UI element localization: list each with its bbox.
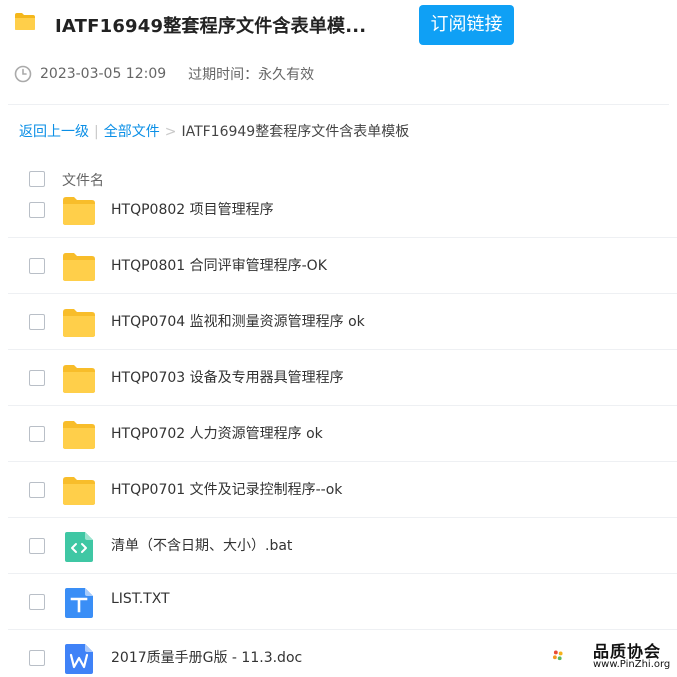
share-meta: 2023-03-05 12:09 过期时间：永久有效 xyxy=(14,64,314,84)
folder-icon xyxy=(63,477,95,505)
clock-icon xyxy=(14,65,32,83)
expire-time: 过期时间：永久有效 xyxy=(188,67,315,83)
row-checkbox[interactable] xyxy=(29,650,45,666)
file-name[interactable]: 清单（不含日期、大小）.bat xyxy=(111,535,292,555)
folder-icon xyxy=(15,13,35,30)
folder-icon xyxy=(63,421,95,449)
row-checkbox[interactable] xyxy=(29,258,45,274)
file-list: HTQP0802 项目管理程序 HTQP0801 合同评审管理程序-OK HTQ… xyxy=(0,182,677,677)
subscribe-button[interactable]: 订阅链接 xyxy=(419,5,514,45)
breadcrumb-separator: | xyxy=(94,124,99,140)
file-name[interactable]: HTQP0703 设备及专用器具管理程序 xyxy=(111,367,344,387)
list-item[interactable]: HTQP0703 设备及专用器具管理程序 xyxy=(8,350,677,406)
breadcrumb-arrow: > xyxy=(164,124,177,140)
file-name[interactable]: HTQP0701 文件及记录控制程序--ok xyxy=(111,479,342,499)
pinzhi-logo xyxy=(552,650,563,661)
file-name[interactable]: HTQP0801 合同评审管理程序-OK xyxy=(111,255,327,275)
list-item[interactable]: 清单（不含日期、大小）.bat xyxy=(8,518,677,574)
list-item[interactable]: HTQP0802 项目管理程序 xyxy=(8,182,677,238)
row-checkbox[interactable] xyxy=(29,426,45,442)
folder-icon xyxy=(63,197,95,225)
created-time: 2023-03-05 12:09 xyxy=(40,66,167,82)
word-file-icon xyxy=(65,644,93,674)
row-checkbox[interactable] xyxy=(29,314,45,330)
row-checkbox[interactable] xyxy=(29,538,45,554)
back-link[interactable]: 返回上一级 xyxy=(19,124,89,140)
all-files-link[interactable]: 全部文件 xyxy=(104,124,160,140)
row-checkbox[interactable] xyxy=(29,202,45,218)
folder-icon xyxy=(63,309,95,337)
watermark-url: www.PinZhi.org xyxy=(593,659,671,670)
breadcrumb: 返回上一级 | 全部文件 > IATF16949整套程序文件含表单模板 xyxy=(19,121,409,141)
folder-icon xyxy=(63,365,95,393)
text-file-icon xyxy=(65,588,93,618)
list-item[interactable]: HTQP0801 合同评审管理程序-OK xyxy=(8,238,677,294)
code-file-icon xyxy=(65,532,93,562)
list-item[interactable]: HTQP0701 文件及记录控制程序--ok xyxy=(8,462,677,518)
page-title: IATF16949整套程序文件含表单模... xyxy=(55,16,367,37)
file-name[interactable]: HTQP0704 监视和测量资源管理程序 ok xyxy=(111,311,365,331)
file-name[interactable]: HTQP0802 项目管理程序 xyxy=(111,199,274,219)
row-checkbox[interactable] xyxy=(29,482,45,498)
list-item[interactable]: HTQP0704 监视和测量资源管理程序 ok xyxy=(8,294,677,350)
divider xyxy=(8,104,669,105)
list-item[interactable]: LIST.TXT xyxy=(8,574,677,630)
file-name[interactable]: 2017质量手册G版 - 11.3.doc xyxy=(111,647,302,667)
file-name[interactable]: LIST.TXT xyxy=(111,591,170,607)
list-item[interactable]: HTQP0702 人力资源管理程序 ok xyxy=(8,406,677,462)
folder-icon xyxy=(63,253,95,281)
row-checkbox[interactable] xyxy=(29,594,45,610)
header: IATF16949整套程序文件含表单模... 订阅链接 xyxy=(0,0,677,50)
breadcrumb-current: IATF16949整套程序文件含表单模板 xyxy=(181,124,410,140)
row-checkbox[interactable] xyxy=(29,370,45,386)
file-name[interactable]: HTQP0702 人力资源管理程序 ok xyxy=(111,423,323,443)
